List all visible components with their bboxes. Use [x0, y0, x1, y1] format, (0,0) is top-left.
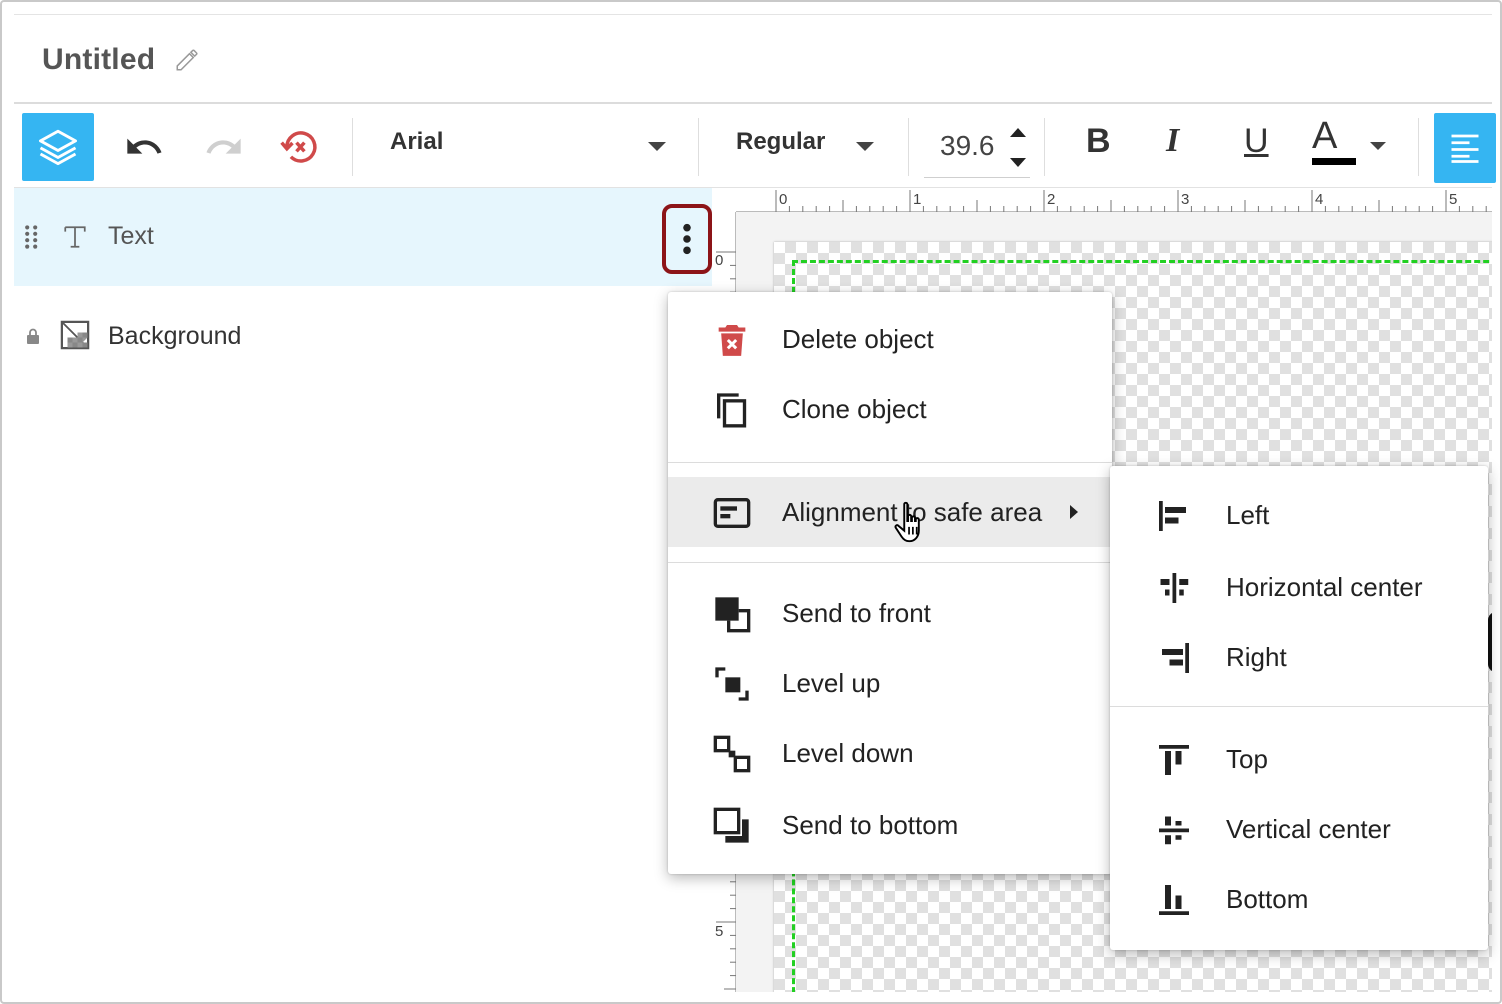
menu-item-label: Level down	[782, 738, 914, 768]
submenu-divider	[1110, 706, 1488, 707]
document-title[interactable]: Untitled	[42, 43, 155, 77]
submenu-item-label: Left	[1226, 500, 1270, 530]
reset-history-icon	[280, 131, 317, 163]
font-size-stepper[interactable]: 39.6	[924, 120, 1030, 178]
align-left-icon	[1159, 501, 1186, 531]
ruler-label: 5	[715, 923, 723, 940]
align-left-text-icon	[1451, 134, 1479, 163]
text-object-edge[interactable]	[1488, 612, 1492, 672]
ruler-label: 1	[913, 191, 921, 208]
align-bottom-icon	[1159, 885, 1189, 915]
font-weight-select[interactable]: Regular	[736, 128, 878, 168]
text-align-button[interactable]	[1434, 113, 1496, 183]
font-size-value[interactable]: 39.6	[940, 130, 995, 162]
ruler-corner	[712, 188, 736, 212]
menu-item-label: Level up	[782, 668, 881, 698]
background-image-icon	[60, 320, 90, 350]
submenu-item-label: Top	[1226, 744, 1268, 774]
hand-pointer-cursor-icon	[894, 501, 920, 543]
menu-item-level-up[interactable]: Level up	[668, 648, 1112, 718]
font-family-select[interactable]: Arial	[390, 128, 670, 168]
submenu-item-bottom[interactable]: Bottom	[1110, 864, 1488, 934]
submenu-item-right[interactable]: Right	[1110, 622, 1488, 692]
layers-panel: Text Background	[14, 188, 712, 998]
redo-button[interactable]	[200, 124, 248, 170]
menu-item-delete-object[interactable]: Delete object	[668, 304, 1112, 374]
layer-name: Text	[108, 222, 154, 250]
level-up-icon	[715, 667, 749, 701]
chevron-right-icon	[1070, 505, 1078, 519]
decrement-arrow-icon[interactable]	[1010, 158, 1026, 167]
text-color-button[interactable]: A	[1312, 116, 1356, 165]
copy-icon	[717, 393, 747, 428]
layer-row-text[interactable]: Text	[14, 188, 712, 286]
menu-item-level-down[interactable]: Level down	[668, 718, 1112, 788]
align-box-icon	[713, 498, 751, 528]
submenu-item-top[interactable]: Top	[1110, 724, 1488, 794]
align-top-icon	[1159, 745, 1189, 775]
submenu-item-label: Right	[1226, 642, 1287, 672]
menu-item-clone-object[interactable]: Clone object	[668, 374, 1112, 444]
alignment-submenu: Left Horizontal center Right Top Vertica…	[1110, 466, 1488, 950]
increment-arrow-icon[interactable]	[1010, 128, 1026, 137]
ruler-label: 4	[1315, 191, 1323, 208]
ruler-horizontal: 0 1 2 3 4 5	[736, 188, 1492, 212]
editor-window: Untitled Arial Regular 39.6 B I U A Text…	[0, 0, 1502, 1004]
font-family-value: Arial	[390, 128, 444, 155]
chevron-down-icon[interactable]	[1370, 142, 1386, 150]
italic-button[interactable]: I	[1166, 122, 1179, 160]
submenu-item-label: Horizontal center	[1226, 572, 1423, 602]
pencil-icon[interactable]	[174, 47, 200, 73]
chevron-down-icon	[856, 142, 874, 151]
ruler-label: 2	[1047, 191, 1055, 208]
layers-toggle-button[interactable]	[22, 113, 94, 181]
submenu-item-label: Bottom	[1226, 884, 1309, 914]
send-to-bottom-icon	[713, 807, 749, 843]
bold-button[interactable]: B	[1086, 122, 1111, 161]
underline-button[interactable]: U	[1244, 122, 1269, 161]
menu-item-send-to-bottom[interactable]: Send to bottom	[668, 790, 1112, 860]
lock-icon[interactable]	[26, 328, 40, 344]
layer-context-menu: Delete object Clone object Alignment to …	[668, 292, 1112, 874]
undo-icon	[127, 138, 162, 154]
menu-divider	[668, 462, 1112, 463]
menu-item-send-to-front[interactable]: Send to front	[668, 578, 1112, 648]
text-type-icon	[64, 226, 86, 248]
trash-icon	[718, 325, 746, 356]
submenu-item-left[interactable]: Left	[1110, 480, 1488, 550]
send-to-front-icon	[715, 597, 751, 633]
toolbar: Arial Regular 39.6 B I U A	[14, 106, 1496, 188]
align-right-icon	[1162, 643, 1189, 673]
submenu-item-vertical-center[interactable]: Vertical center	[1110, 794, 1488, 864]
redo-icon	[206, 138, 241, 154]
menu-item-label: Send to bottom	[782, 810, 959, 840]
title-bar: Untitled	[14, 14, 1492, 104]
text-color-label: A	[1312, 115, 1338, 157]
ruler-label: 0	[715, 252, 723, 269]
ruler-label: 3	[1181, 191, 1189, 208]
layer-row-background[interactable]: Background	[14, 288, 712, 386]
reset-button[interactable]	[276, 122, 324, 172]
font-weight-value: Regular	[736, 128, 826, 155]
more-vertical-icon[interactable]	[678, 222, 696, 256]
align-v-center-icon	[1159, 816, 1189, 845]
undo-button[interactable]	[120, 124, 168, 170]
layers-icon	[39, 129, 77, 166]
drag-handle-icon[interactable]	[24, 224, 40, 250]
ruler-ticks: 0 1 2 3 4 5	[775, 190, 1487, 212]
menu-item-label: Clone object	[782, 394, 927, 424]
chevron-down-icon	[648, 142, 666, 151]
level-down-icon	[713, 735, 751, 773]
layer-name: Background	[108, 322, 242, 350]
menu-item-label: Send to front	[782, 598, 931, 628]
text-color-swatch	[1312, 158, 1356, 165]
ruler-label: 5	[1449, 191, 1457, 208]
align-h-center-icon	[1160, 573, 1189, 603]
submenu-item-horizontal-center[interactable]: Horizontal center	[1110, 552, 1488, 622]
menu-divider	[668, 562, 1112, 563]
submenu-item-label: Vertical center	[1226, 814, 1391, 844]
ruler-label: 0	[779, 191, 787, 208]
menu-item-label: Delete object	[782, 324, 934, 354]
